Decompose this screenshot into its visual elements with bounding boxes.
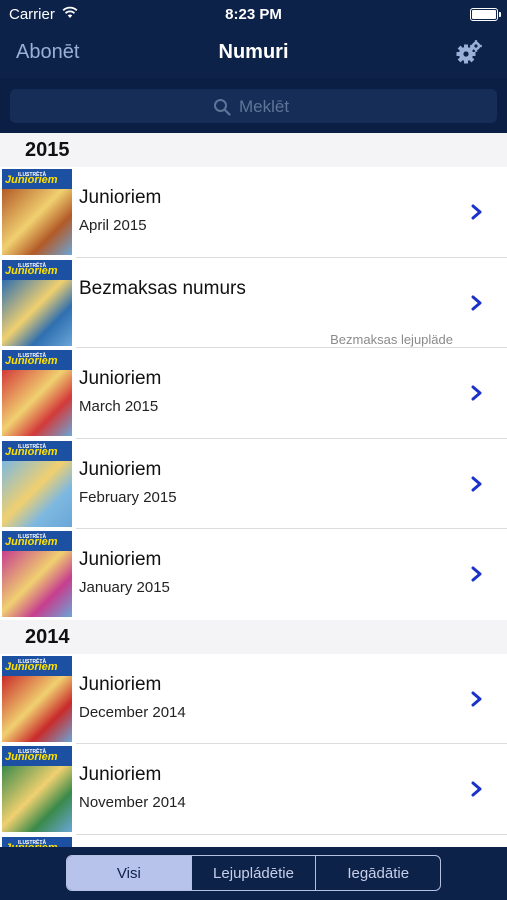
segment-lejupládētie[interactable]: Lejupládētie [190, 856, 316, 890]
issue-title: Junioriem [79, 458, 162, 480]
cover-masthead: ILUSTRĒTĀJunioriem [2, 655, 72, 676]
subscribe-button[interactable]: Abonēt [16, 41, 79, 64]
navigation-bar: Abonēt Numuri [0, 28, 507, 78]
cover-artwork [2, 460, 72, 527]
segment-visi[interactable]: Visi [67, 856, 191, 890]
segment-iegādātie[interactable]: Iegādātie [315, 856, 440, 890]
issue-row[interactable]: ILUSTRĒTĀ Junioriem Bezmaksas numurs Bezmak… [0, 257, 507, 348]
chevron-right-icon [471, 295, 482, 310]
issue-cover-thumbnail: ILUSTRĒTĀJunioriem [2, 259, 72, 346]
search-icon [214, 99, 231, 116]
issue-date: January 2015 [79, 579, 170, 596]
top-bar: Carrier 8:23 PM Abonēt Numuri Meklēt [0, 0, 507, 133]
status-bar: Carrier 8:23 PM [0, 0, 507, 28]
cover-kicker: ILUSTRĒTĀ [18, 749, 47, 755]
issue-row[interactable]: ILUSTRĒTĀ Junioriem Junioriem February 2015 [0, 438, 507, 529]
issue-cover-thumbnail: ILUSTRĒTĀJunioriem [2, 440, 72, 527]
section-header-2015: 2015 [0, 133, 507, 167]
search-bar-container: Meklēt [0, 78, 507, 133]
chevron-right-icon [471, 204, 482, 220]
issue-cover-thumbnail: ILUSTRĒTĀJunioriem [2, 655, 72, 742]
cover-kicker: ILUSTRĒTĀ [18, 658, 47, 665]
issue-date: March 2015 [79, 398, 159, 415]
issue-cover-thumbnail: ILUSTRĒTĀJunioriem [2, 746, 72, 832]
issue-cover-thumbnail: ILUSTRĒTĀJunioriem [2, 350, 72, 436]
chevron-right-icon [471, 385, 482, 401]
cover-artwork [2, 551, 72, 617]
cover-kicker: ILUSTRĒTĀ [18, 172, 47, 178]
chevron-right-icon [471, 476, 482, 491]
cover-artwork [2, 675, 72, 742]
issue-title: Junioriem [79, 673, 162, 695]
issue-cover-thumbnail: ILUSTRĒTĀJunioriem [2, 836, 72, 847]
gear-icon[interactable] [455, 39, 483, 67]
issue-row[interactable]: ILUSTRĒTĀJunioriem [0, 834, 507, 847]
issue-date: February 2015 [79, 488, 177, 506]
issue-cover-thumbnail: ILUSTRĒTĀJunioriem [2, 169, 72, 255]
battery-icon [470, 8, 501, 21]
issue-date: April 2015 [79, 217, 147, 234]
cover-kicker: ILUSTRĒTĀ [18, 353, 47, 359]
chevron-right-icon [471, 691, 482, 706]
cover-masthead: ILUSTRĒTĀJunioriem [2, 746, 72, 766]
status-time: 8:23 PM [225, 6, 282, 23]
issue-title: Junioriem [79, 764, 162, 785]
filter-segmented-control: Visi Lejupládētie Iegādātie [66, 855, 441, 891]
issue-row[interactable]: ILUSTRĒTĀ Junioriem Junioriem March 2015 [0, 348, 507, 439]
cover-artwork [2, 279, 72, 346]
issues-list[interactable]: 2015 ILUSTRĒTĀ Junioriem Junioriem April 201… [0, 133, 507, 847]
cover-artwork [2, 766, 72, 832]
search-input[interactable]: Meklēt [10, 89, 497, 123]
issue-row[interactable]: ILUSTRĒTĀ Junioriem Junioriem December 2014 [0, 653, 507, 744]
free-download-label: Bezmaksas lejupläde [330, 331, 453, 347]
cover-kicker: ILUSTRĒTĀ [18, 839, 47, 846]
cover-kicker: ILUSTRĒTĀ [18, 262, 47, 269]
issue-row[interactable]: ILUSTRĒTĀ Junioriem Junioriem April 2015 [0, 167, 507, 258]
chevron-right-icon [471, 566, 482, 582]
issue-row[interactable]: ILUSTRĒTĀ Junioriem Junioriem November 2014 [0, 744, 507, 835]
issue-date: December 2014 [79, 703, 186, 721]
issue-title: Bezmaksas numurs [79, 277, 246, 299]
search-placeholder: Meklēt [239, 97, 290, 116]
section-header-2014: 2014 [0, 619, 507, 654]
cover-kicker: ILUSTRĒTĀ [18, 443, 47, 450]
cover-masthead: ILUSTRĒTĀJunioriem [2, 259, 72, 280]
chevron-right-icon [471, 781, 482, 797]
cover-artwork [2, 370, 72, 436]
cover-masthead: ILUSTRĒTĀJunioriem [2, 440, 72, 461]
cover-kicker: ILUSTRĒTĀ [18, 534, 47, 540]
cover-masthead: ILUSTRĒTĀJunioriem [2, 169, 72, 189]
issue-cover-thumbnail: ILUSTRĒTĀJunioriem [2, 531, 72, 617]
cover-masthead: ILUSTRĒTĀJunioriem [2, 836, 72, 847]
issue-title: Junioriem [79, 187, 162, 208]
cover-artwork [2, 189, 72, 255]
issue-title: Junioriem [79, 368, 162, 389]
cover-masthead: ILUSTRĒTĀJunioriem [2, 350, 72, 370]
issue-date: November 2014 [79, 794, 186, 811]
issue-row[interactable]: ILUSTRĒTĀ Junioriem Junioriem January 2015 [0, 529, 507, 620]
cover-masthead: ILUSTRĒTĀJunioriem [2, 531, 72, 551]
bottom-toolbar: Visi Lejupládētie Iegādātie [0, 847, 507, 900]
issue-title: Junioriem [79, 549, 162, 570]
